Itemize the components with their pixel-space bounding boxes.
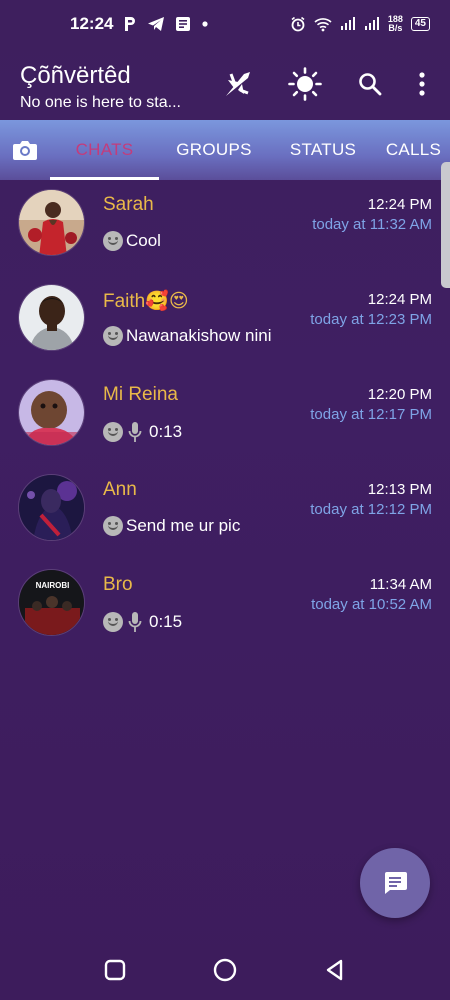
chat-row-ann[interactable]: Ann 12:13 PM today at 12:12 PM Send me u… <box>0 465 450 560</box>
smiley-icon <box>103 516 123 536</box>
message-notification-icon <box>175 16 191 32</box>
recents-button[interactable] <box>103 958 127 982</box>
smiley-icon <box>103 612 123 632</box>
chat-subtime: today at 10:52 AM <box>311 596 432 613</box>
back-button[interactable] <box>323 958 347 982</box>
chat-time: 11:34 AM <box>369 576 432 593</box>
chat-time: 12:13 PM <box>367 481 432 498</box>
chat-message: 0:13 <box>103 421 182 443</box>
chat-message-text: Send me ur pic <box>126 516 241 535</box>
signal-icon-2 <box>364 17 380 31</box>
avatar[interactable] <box>18 284 85 351</box>
chat-subtime: today at 12:23 PM <box>310 311 432 328</box>
app-header: Çõñvërtêd No one is here to sta... <box>0 56 450 120</box>
theme-toggle-sun-icon[interactable] <box>287 66 323 102</box>
tab-calls[interactable]: CALLS <box>377 120 450 180</box>
voice-duration: 0:15 <box>149 612 183 631</box>
avatar[interactable] <box>18 189 85 256</box>
network-speed: 188 B/s <box>388 15 403 33</box>
parking-notification-icon <box>123 16 137 32</box>
avatar[interactable] <box>18 379 85 446</box>
avatar[interactable] <box>18 474 85 541</box>
status-bar: 12:24 188 B/s 45 <box>0 0 450 48</box>
tab-groups[interactable]: GROUPS <box>159 120 269 180</box>
tab-bar: CHATS GROUPS STATUS CALLS <box>0 120 450 180</box>
smiley-icon <box>103 231 123 251</box>
tab-status[interactable]: STATUS <box>269 120 377 180</box>
system-nav-bar <box>0 940 450 1000</box>
new-chat-button[interactable] <box>360 848 430 918</box>
microphone-icon <box>128 611 142 633</box>
home-button[interactable] <box>213 958 237 982</box>
chat-name: Sarah <box>103 194 154 215</box>
camera-tab[interactable] <box>0 120 50 180</box>
microphone-icon <box>128 421 142 443</box>
chat-row-bro[interactable]: NAIROBI Bro 11:34 AM today at 10:52 AM 0… <box>0 560 450 655</box>
chat-name: Faith🥰😍 <box>103 291 189 312</box>
status-time: 12:24 <box>70 14 114 33</box>
chat-name: Bro <box>103 574 133 595</box>
battery-icon: 45 <box>410 17 430 31</box>
search-icon[interactable] <box>352 66 388 102</box>
smiley-icon <box>103 422 123 442</box>
airplane-mode-icon[interactable] <box>220 66 256 102</box>
dot-icon <box>201 20 209 28</box>
chat-bubble-icon <box>385 872 407 894</box>
chat-time: 12:20 PM <box>367 386 432 403</box>
app-subtitle: No one is here to sta... <box>20 94 181 111</box>
chat-message: Send me ur pic <box>103 516 240 536</box>
chat-time: 12:24 PM <box>367 196 432 213</box>
avatar[interactable]: NAIROBI <box>18 569 85 636</box>
chat-subtime: today at 12:12 PM <box>310 501 432 518</box>
back-triangle-icon <box>326 959 343 981</box>
camera-icon <box>13 141 37 160</box>
telegram-icon <box>147 16 165 32</box>
chat-message-text: Nawanakishow nini <box>126 326 272 345</box>
chat-subtime: today at 12:17 PM <box>310 406 432 423</box>
alarm-icon <box>290 16 306 32</box>
tab-chats[interactable]: CHATS <box>50 120 159 180</box>
net-speed-unit: B/s <box>388 23 403 33</box>
chat-message: 0:15 <box>103 611 182 633</box>
smiley-icon <box>103 326 123 346</box>
chat-row-sarah[interactable]: Sarah 12:24 PM today at 11:32 AM Cool <box>0 180 450 275</box>
wifi-icon <box>314 16 332 32</box>
chat-subtime: today at 11:32 AM <box>312 216 432 233</box>
chat-message-text: Cool <box>126 231 161 250</box>
signal-icon-1 <box>340 17 356 31</box>
chat-message: Nawanakishow nini <box>103 326 272 346</box>
circle-icon <box>213 958 237 982</box>
more-options-icon[interactable] <box>404 66 440 102</box>
chat-row-mi-reina[interactable]: Mi Reina 12:20 PM today at 12:17 PM 0:13 <box>0 370 450 465</box>
chat-message: Cool <box>103 231 161 251</box>
square-icon <box>104 959 126 981</box>
avatar-poster-text: NAIROBI <box>36 581 70 590</box>
voice-duration: 0:13 <box>149 422 183 441</box>
chat-list: Sarah 12:24 PM today at 11:32 AM Cool Fa… <box>0 180 450 655</box>
app-title: Çõñvërtêd <box>20 62 131 89</box>
chat-time: 12:24 PM <box>367 291 432 308</box>
chat-name: Mi Reina <box>103 384 178 405</box>
chat-name: Ann <box>103 479 137 500</box>
chat-row-faith[interactable]: Faith🥰😍 12:24 PM today at 12:23 PM Nawan… <box>0 275 450 370</box>
